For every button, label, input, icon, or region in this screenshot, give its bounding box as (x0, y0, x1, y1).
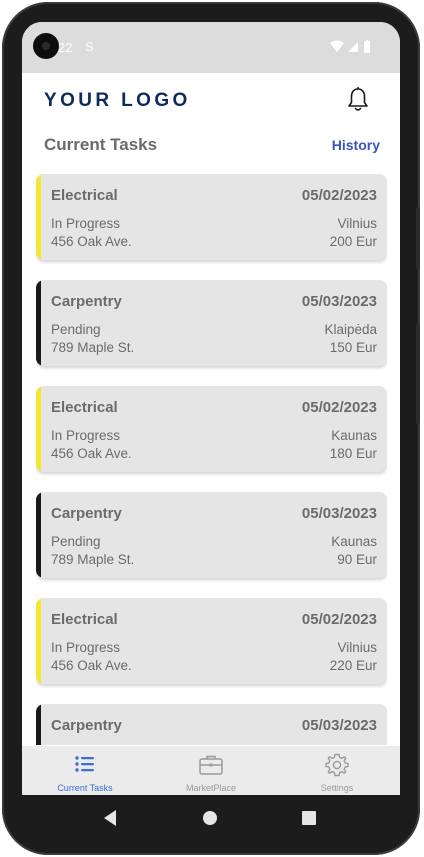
task-category: Electrical (51, 611, 118, 628)
app-header: YOUR LOGO (22, 73, 400, 131)
briefcase-icon (198, 752, 224, 778)
task-status: In Progress (51, 428, 121, 443)
volume-button (416, 207, 420, 269)
app-logo: YOUR LOGO (44, 90, 191, 111)
power-button (416, 324, 420, 424)
task-address: 456 Oak Ave. (51, 446, 132, 461)
front-camera (33, 33, 59, 59)
recents-icon[interactable] (301, 810, 317, 831)
task-date: 05/03/2023 (301, 717, 377, 734)
task-status: Pending (51, 534, 101, 549)
status-indicator: S (85, 39, 94, 54)
task-category: Carpentry (51, 293, 122, 310)
list-icon (72, 752, 98, 778)
task-price: 200 Eur (329, 234, 377, 249)
task-city: Vilnius (337, 216, 377, 231)
task-card[interactable]: Carpentry 05/03/2023 Pending 789 Maple S… (36, 280, 387, 366)
signal-icon (348, 42, 358, 52)
task-card[interactable]: Electrical 05/02/2023 In Progress 456 Oa… (36, 174, 387, 260)
task-category: Electrical (51, 399, 118, 416)
page-title: Current Tasks (44, 135, 158, 154)
task-status: In Progress (51, 640, 121, 655)
status-accent-bar (36, 280, 41, 366)
task-city: Klaipėda (324, 322, 377, 337)
task-status: In Progress (51, 216, 121, 231)
task-address: 456 Oak Ave. (51, 658, 132, 673)
task-category: Carpentry (51, 717, 122, 734)
task-category: Electrical (51, 187, 118, 204)
task-address: 789 Maple St. (51, 340, 135, 355)
task-price: 220 Eur (329, 658, 377, 673)
task-date: 05/02/2023 (301, 399, 377, 416)
home-icon[interactable] (202, 810, 218, 831)
task-card[interactable]: Carpentry 05/03/2023 (36, 704, 387, 745)
bell-icon[interactable] (344, 86, 372, 114)
status-accent-bar (36, 492, 41, 578)
task-price: 180 Eur (329, 446, 377, 461)
task-address: 456 Oak Ave. (51, 234, 132, 249)
history-link[interactable]: History (332, 137, 380, 153)
task-card[interactable]: Electrical 05/02/2023 In Progress 456 Oa… (36, 386, 387, 472)
task-city: Vilnius (337, 640, 377, 655)
system-nav-bar (22, 795, 400, 841)
tab-marketplace[interactable]: MarketPlace (148, 746, 274, 795)
task-card[interactable]: Carpentry 05/03/2023 Pending 789 Maple S… (36, 492, 387, 578)
status-accent-bar (36, 174, 41, 260)
task-status: Pending (51, 322, 101, 337)
task-date: 05/02/2023 (301, 187, 377, 204)
battery-icon (364, 40, 370, 53)
task-city: Kaunas (331, 428, 377, 443)
status-bar: 22 S (22, 22, 400, 73)
status-accent-bar (36, 386, 41, 472)
task-city: Kaunas (331, 534, 377, 549)
phone-screen: 22 S YOUR LOGO Current Tasks History Ele… (22, 22, 400, 795)
task-category: Carpentry (51, 505, 122, 522)
gear-icon (324, 752, 350, 778)
status-icons (330, 40, 374, 59)
task-price: 90 Eur (337, 552, 377, 567)
status-accent-bar (36, 704, 41, 745)
tab-label: MarketPlace (185, 783, 237, 793)
task-price: 150 Eur (329, 340, 377, 355)
section-header: Current Tasks History (22, 131, 400, 171)
task-date: 05/03/2023 (301, 505, 377, 522)
tab-label: Settings (320, 783, 354, 793)
back-icon[interactable] (102, 809, 118, 832)
tab-settings[interactable]: Settings (274, 746, 400, 795)
task-date: 05/02/2023 (301, 611, 377, 628)
status-accent-bar (36, 598, 41, 684)
task-list[interactable]: Electrical 05/02/2023 In Progress 456 Oa… (36, 174, 387, 745)
tab-current-tasks[interactable]: Current Tasks (22, 746, 148, 795)
status-time: 22 (58, 40, 73, 55)
task-date: 05/03/2023 (301, 293, 377, 310)
task-card[interactable]: Electrical 05/02/2023 In Progress 456 Oa… (36, 598, 387, 684)
task-address: 789 Maple St. (51, 552, 135, 567)
tab-label: Current Tasks (57, 783, 113, 793)
bottom-tab-bar: Current Tasks MarketPlace Settings (22, 746, 400, 795)
wifi-icon (330, 40, 344, 52)
